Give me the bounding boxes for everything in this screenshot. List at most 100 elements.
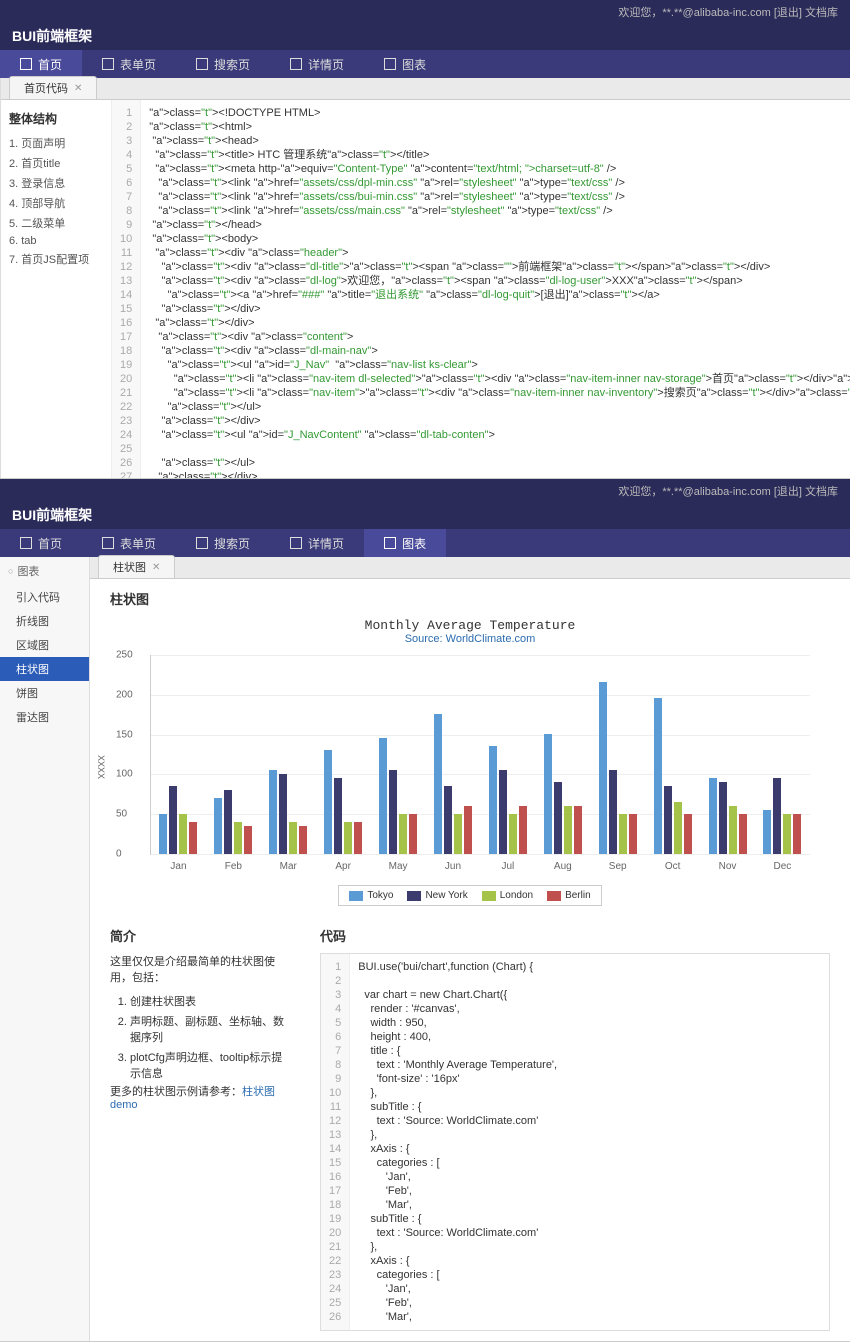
bar[interactable] [564,806,572,854]
close-icon[interactable]: ✕ [152,562,160,573]
nav-detail[interactable]: 详情页 [270,50,364,78]
bar[interactable] [654,698,662,854]
panel-home: 欢迎您，**.**@alibaba-inc.com [退出] 文档库 BUI前端… [0,0,850,479]
bar[interactable] [629,814,637,854]
toc-item[interactable]: 二级菜单 [9,213,103,233]
bar[interactable] [189,822,197,854]
legend-item[interactable]: London [482,890,533,901]
bar[interactable] [354,822,362,854]
bar[interactable] [709,778,717,854]
doclib-link[interactable]: 文档库 [805,486,838,498]
nav-form[interactable]: 表单页 [82,529,176,557]
bar[interactable] [674,802,682,854]
bar[interactable] [609,770,617,854]
toc-item[interactable]: 页面声明 [9,133,103,153]
bar[interactable] [519,806,527,854]
bar[interactable] [763,810,771,854]
bar[interactable] [289,822,297,854]
bar[interactable] [244,826,252,854]
nav-home[interactable]: 首页 [0,50,82,78]
bar[interactable] [554,782,562,854]
nav-home[interactable]: 首页 [0,529,82,557]
top-nav: 首页表单页搜索页详情页图表 [0,50,850,78]
bar[interactable] [664,786,672,854]
bar[interactable] [224,790,232,854]
tab-home-code[interactable]: 首页代码 ✕ [9,76,97,99]
bar[interactable] [444,786,452,854]
nav-search[interactable]: 搜索页 [176,529,270,557]
sidebar-item[interactable]: 引入代码 [0,585,89,609]
nav-chart[interactable]: 图表 [364,50,446,78]
close-icon[interactable]: ✕ [74,83,82,94]
bar[interactable] [269,770,277,854]
bar[interactable] [214,798,222,854]
bar[interactable] [719,782,727,854]
bar[interactable] [509,814,517,854]
bar[interactable] [379,738,387,854]
sidebar: 图表引入代码折线图区域图柱状图饼图雷达图 [0,557,90,1341]
bar-group: Nov [709,778,747,854]
nav-detail[interactable]: 详情页 [270,529,364,557]
bar-chart: XXXX 050100150200250JanFebMarAprMayJunJu… [150,655,810,855]
bar[interactable] [684,814,692,854]
bar[interactable] [464,806,472,854]
search-icon [196,537,208,549]
toc-item[interactable]: 登录信息 [9,173,103,193]
nav-chart[interactable]: 图表 [364,529,446,557]
bar-group: Aug [544,734,582,854]
bar-group: Apr [324,750,362,854]
legend-item[interactable]: Tokyo [349,890,393,901]
bar[interactable] [793,814,801,854]
bar-group: Oct [654,698,692,854]
legend-item[interactable]: New York [407,890,467,901]
toc-item[interactable]: 顶部导航 [9,193,103,213]
bar[interactable] [499,770,507,854]
toc-item[interactable]: tab [9,233,103,249]
bar[interactable] [773,778,781,854]
top-nav: 首页表单页搜索页详情页图表 [0,529,850,557]
chart-subtitle: Source: WorldClimate.com [110,633,830,645]
bar[interactable] [344,822,352,854]
logout-link[interactable]: [退出] [774,486,802,498]
logout-link[interactable]: [退出] [774,7,802,19]
bar[interactable] [409,814,417,854]
bar[interactable] [399,814,407,854]
bar[interactable] [619,814,627,854]
bar[interactable] [574,806,582,854]
bar[interactable] [489,746,497,854]
bar[interactable] [434,714,442,854]
bar[interactable] [169,786,177,854]
bar[interactable] [783,814,791,854]
bar[interactable] [334,778,342,854]
detail-icon [290,537,302,549]
sidebar-item[interactable]: 雷达图 [0,705,89,729]
bar[interactable] [729,806,737,854]
bar[interactable] [324,750,332,854]
sidebar-group: 图表 [0,557,89,585]
doclib-link[interactable]: 文档库 [805,7,838,19]
toc-item[interactable]: 首页JS配置项 [9,249,103,269]
bar[interactable] [739,814,747,854]
bar[interactable] [234,822,242,854]
bar[interactable] [389,770,397,854]
bar-group: Jun [434,714,472,854]
sidebar-item[interactable]: 区域图 [0,633,89,657]
sidebar-item[interactable]: 饼图 [0,681,89,705]
bar[interactable] [454,814,462,854]
bar[interactable] [159,814,167,854]
sidebar-item[interactable]: 柱状图 [0,657,89,681]
chart-title: Monthly Average Temperature [110,618,830,633]
detail-icon [290,58,302,70]
sidebar-item[interactable]: 折线图 [0,609,89,633]
legend-item[interactable]: Berlin [547,890,591,901]
bar[interactable] [179,814,187,854]
bar[interactable] [299,826,307,854]
nav-form[interactable]: 表单页 [82,50,176,78]
code-viewer: 1 2 3 4 5 6 7 8 9 10 11 12 13 14 15 16 1… [111,100,850,478]
bar[interactable] [279,774,287,854]
tab-bar-chart[interactable]: 柱状图 ✕ [98,555,175,578]
nav-search[interactable]: 搜索页 [176,50,270,78]
toc-item[interactable]: 首页title [9,153,103,173]
bar[interactable] [544,734,552,854]
bar[interactable] [599,682,607,854]
